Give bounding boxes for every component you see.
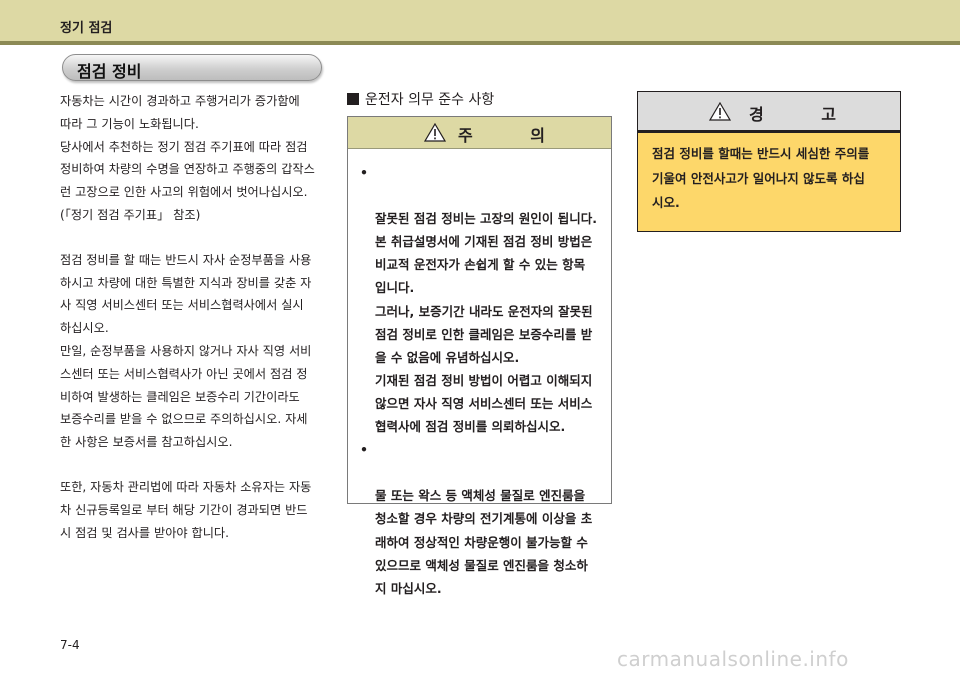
paragraph-intro: 자동차는 시간이 경과하고 주행거리가 증가함에 따라 그 기능이 노화됩니다.… [60,94,315,222]
page-number: 7-4 [60,638,80,652]
left-column: 자동차는 시간이 경과하고 주행거리가 증가함에 따라 그 기능이 노화됩니다.… [60,90,326,544]
section-title: 점검 정비 [77,62,142,81]
warning-text: 점검 정비를 할때는 반드시 세심한 주의를 기울여 안전사고가 일어나지 않도… [652,146,870,210]
caution-item: • 물 또는 왁스 등 액체성 물질로 엔진룸을 청소할 경우 차량의 전기계통… [360,438,604,600]
section-title-pill: 점검 정비 [62,54,322,81]
warning-triangle-icon [709,102,731,121]
warning-header: 경 고 [638,92,900,133]
watermark: carmanualsonline.info [617,647,849,671]
header-band [0,0,960,41]
paragraph-legal-inspection: 또한, 자동차 관리법에 따라 자동차 소유자는 자동 차 신규등록일로 부터 … [60,479,312,540]
bullet-dot: • [360,442,368,458]
caution-title: 주 의 [458,126,572,145]
header-rule [0,41,960,45]
bullet-dot: • [360,165,368,180]
caution-item-text: 잘못된 점검 정비는 고장의 원인이 됩니다. 본 취급설명서에 기재된 점검 … [375,211,598,435]
caution-box: 주 의 • 잘못된 점검 정비는 고장의 원인이 됩니다. 본 취급설명서에 기… [347,116,612,596]
paragraph-genuine-parts: 점검 정비를 할 때는 반드시 자사 순정부품을 사용 하시고 차량에 대한 특… [60,252,312,450]
warning-title: 경 고 [749,105,863,124]
square-bullet-icon [347,93,359,105]
caution-item: • 잘못된 점검 정비는 고장의 원인이 됩니다. 본 취급설명서에 기재된 점… [360,161,604,438]
caution-header: 주 의 [348,117,611,149]
driver-duty-heading: 운전자 의무 준수 사항 [347,89,494,109]
warning-triangle-icon [424,123,446,142]
caution-body: • 잘못된 점검 정비는 고장의 원인이 됩니다. 본 취급설명서에 기재된 점… [360,161,604,600]
running-title: 정기 점검 [60,21,113,36]
warning-box: 경 고 점검 정비를 할때는 반드시 세심한 주의를 기울여 안전사고가 일어나… [637,91,901,232]
caution-item-text: 물 또는 왁스 등 액체성 물질로 엔진룸을 청소할 경우 차량의 전기계통에 … [375,488,593,596]
driver-duty-heading-text: 운전자 의무 준수 사항 [365,92,495,108]
